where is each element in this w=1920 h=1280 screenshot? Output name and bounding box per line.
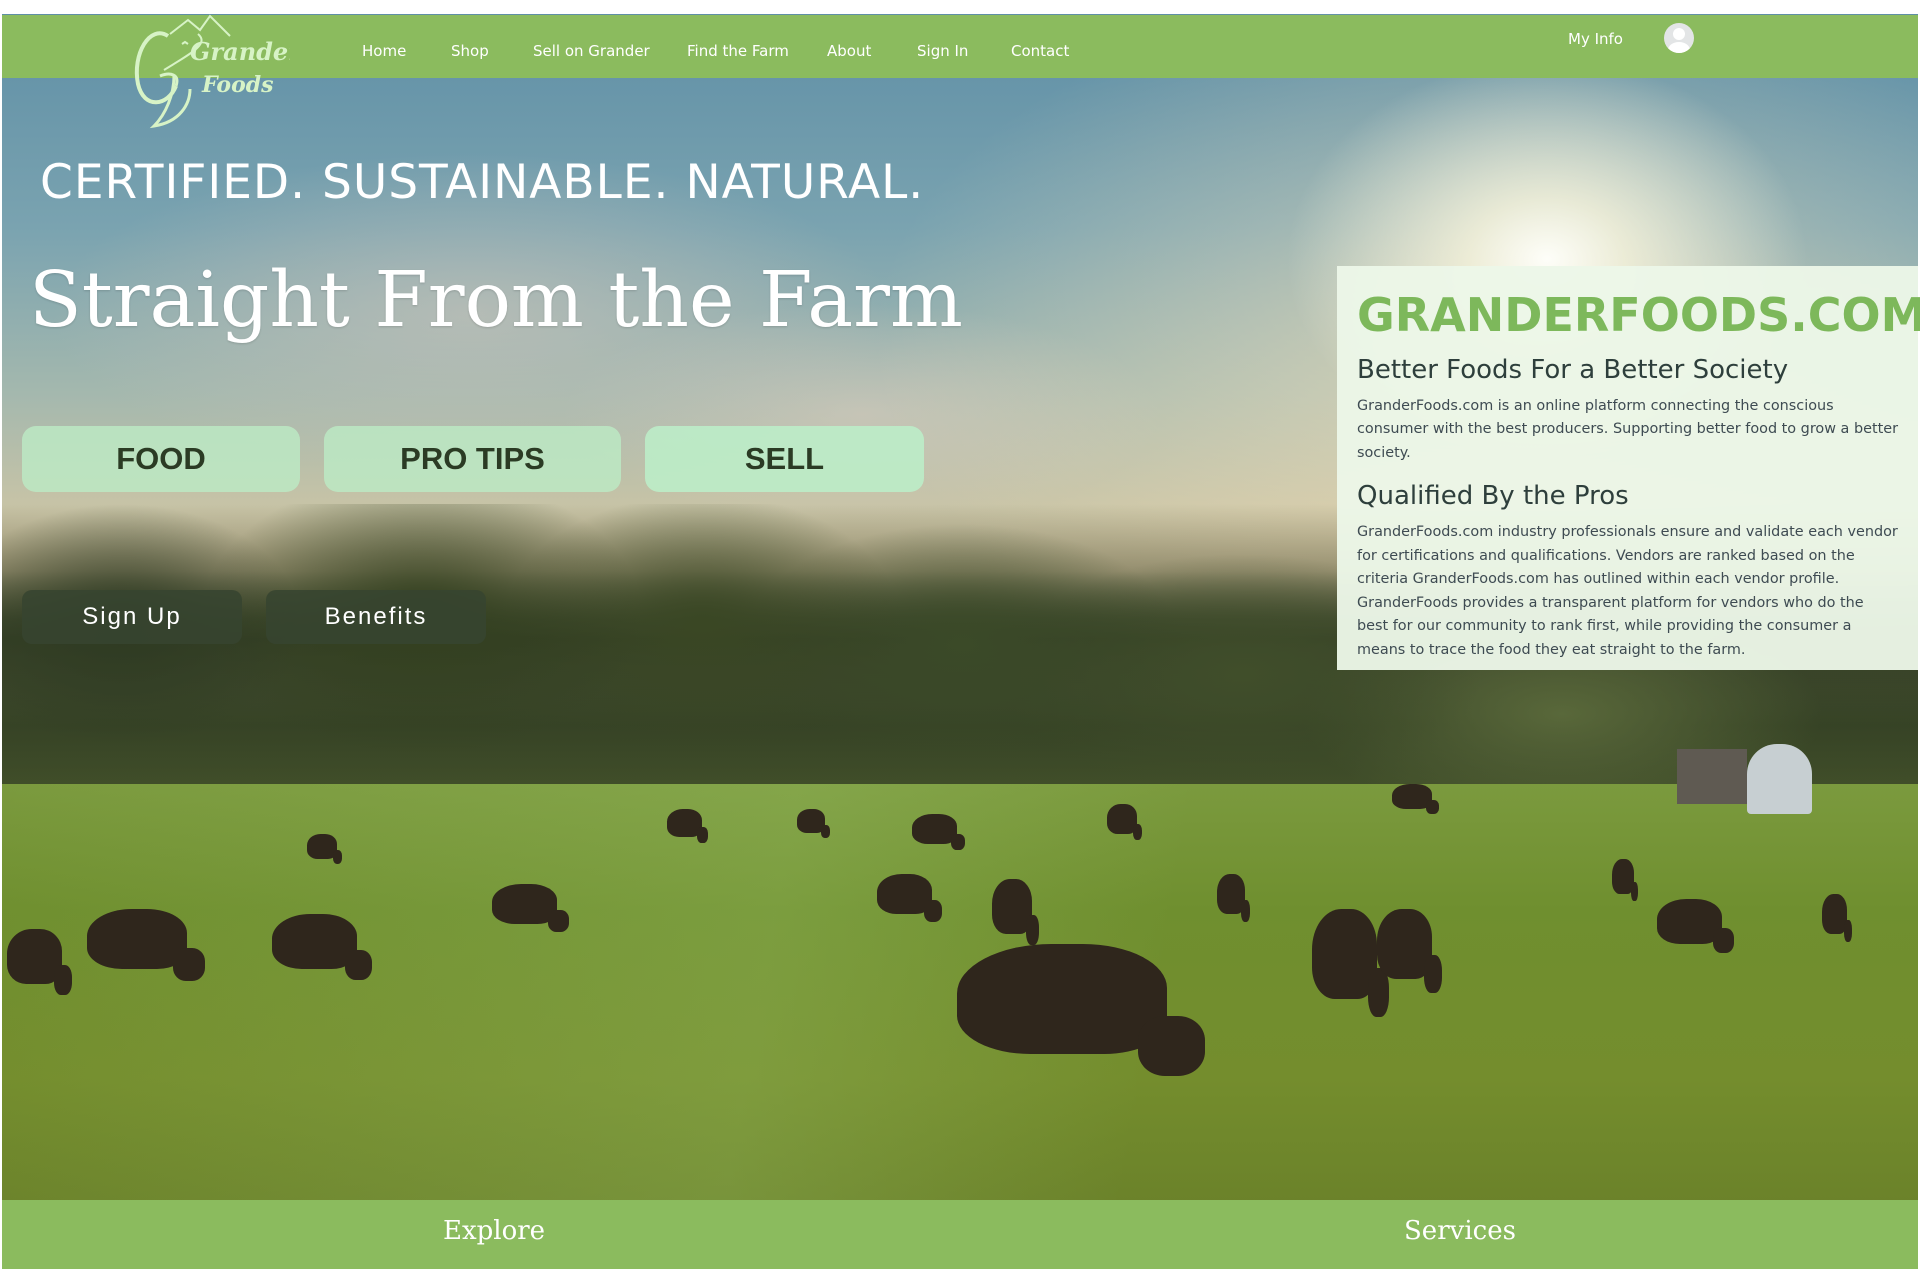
cow [272, 914, 373, 980]
silo [1747, 744, 1812, 814]
user-avatar-icon[interactable] [1664, 23, 1694, 53]
cow [1312, 909, 1389, 1017]
bottom-bar: Explore Services [2, 1200, 1918, 1269]
cow [7, 929, 72, 995]
footer-services-link[interactable]: Services [1404, 1216, 1516, 1246]
cow [992, 879, 1040, 945]
cow [307, 834, 343, 864]
sign-up-button[interactable]: Sign Up [22, 590, 242, 644]
barn [1677, 749, 1747, 804]
cow [1822, 894, 1852, 942]
nav-home-link[interactable]: Home [362, 42, 406, 60]
nav-find-the-farm-link[interactable]: Find the Farm [687, 42, 789, 60]
nav-about-link[interactable]: About [827, 42, 871, 60]
nav-shop-link[interactable]: Shop [451, 42, 489, 60]
cow [877, 874, 942, 922]
cow [1217, 874, 1251, 922]
benefits-button[interactable]: Benefits [266, 590, 486, 644]
info-panel: GRANDERFOODS.COM Better Foods For a Bett… [1337, 266, 1920, 670]
panel-section-text: GranderFoods.com industry professionals … [1357, 524, 1898, 658]
pro-tips-button[interactable]: PRO TIPS [324, 426, 621, 492]
panel-title: GRANDERFOODS.COM [1357, 288, 1920, 342]
panel-subtitle: Better Foods For a Better Society [1357, 354, 1789, 385]
nav-sign-in-link[interactable]: Sign In [917, 42, 968, 60]
cow [1612, 859, 1638, 901]
cow [957, 944, 1205, 1076]
cow [912, 814, 966, 850]
cow [1657, 899, 1734, 953]
sell-button[interactable]: SELL [645, 426, 924, 492]
footer-explore-link[interactable]: Explore [443, 1216, 545, 1246]
cow [667, 809, 709, 843]
my-info-link[interactable]: My Info [1568, 30, 1623, 48]
grander-foods-logo[interactable]: Grander Foods [130, 14, 290, 132]
hero-tagline: CERTIFIED. SUSTAINABLE. NATURAL. [40, 155, 925, 210]
panel-intro-text: GranderFoods.com is an online platform c… [1357, 397, 1898, 461]
panel-section-heading: Qualified By the Pros [1357, 481, 1629, 512]
cow [87, 909, 205, 981]
nav-sell-on-grander-link[interactable]: Sell on Grander [533, 42, 650, 60]
cow [797, 809, 831, 838]
cow [1377, 909, 1442, 993]
cow [1392, 784, 1440, 814]
page: Grander Foods Home Shop Sell on Grander … [0, 0, 1920, 1280]
nav-contact-link[interactable]: Contact [1011, 42, 1069, 60]
hero-headline: Straight From the Farm [29, 256, 963, 345]
cow [492, 884, 569, 932]
logo-text-foods: Foods [201, 72, 274, 98]
cow [1107, 804, 1143, 840]
food-button[interactable]: FOOD [22, 426, 300, 492]
logo-text-grander: Grander [190, 37, 290, 66]
